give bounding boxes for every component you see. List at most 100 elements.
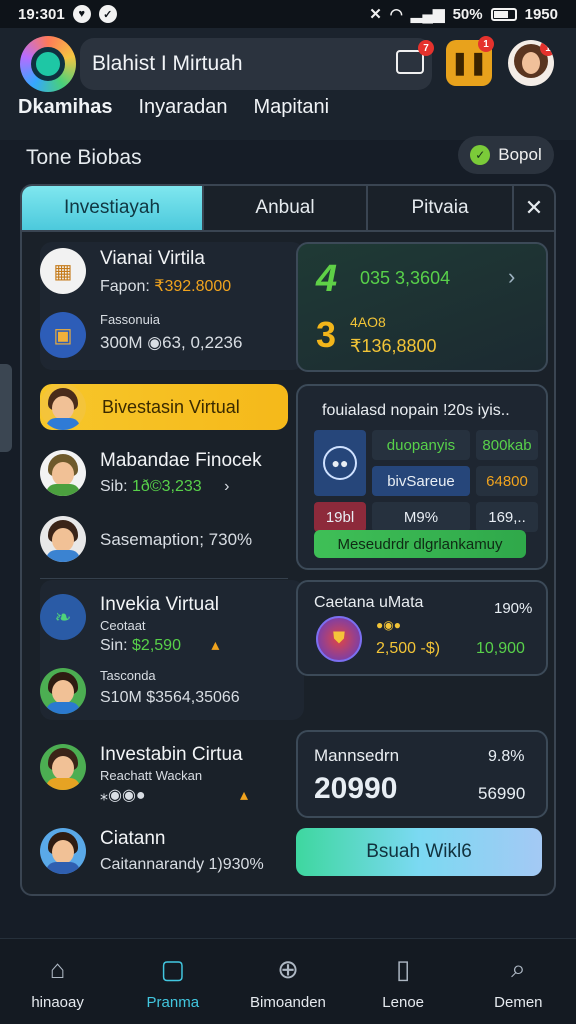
item-line2: Reachatt Wackan — [100, 768, 203, 783]
item-sub-label: 300M — [100, 333, 143, 352]
card1-value: ₹136,8800 — [350, 336, 437, 356]
card3-title: Caetana uMata — [314, 594, 424, 611]
coins-icon: ⁎◉◉● — [100, 787, 146, 804]
status-bar: 19:301 ♥ ✓ ✕ ◠ ▂▄▆ 50% 1950 — [0, 0, 576, 28]
avatar — [40, 668, 86, 714]
close-icon[interactable]: ✕ — [514, 186, 554, 230]
title-bar[interactable]: Blahist I Mirtuah — [80, 38, 432, 90]
mute-icon: ✕ — [369, 6, 382, 23]
app-logo-icon[interactable] — [20, 36, 76, 92]
item-title: Vianai Virtila — [100, 248, 205, 269]
grid-cell: 19bl — [314, 502, 366, 532]
home-icon: ⌂ — [49, 953, 66, 984]
grid-cell: 64800 — [476, 466, 538, 496]
avatar — [40, 450, 86, 496]
item-sub-value: $2,590 — [132, 637, 181, 654]
card4-pct: 9.8% — [488, 748, 525, 765]
inbox-badge: 7 — [418, 40, 434, 56]
bottom-nav-portfolio[interactable]: ▢ Pranma — [118, 952, 228, 1012]
avatar — [40, 828, 86, 874]
sidebar-handle[interactable] — [0, 364, 12, 452]
list-item[interactable]: ❧ Invekia Virtual Ceotaat Sin: $2,590 ▴ — [40, 594, 219, 655]
avatar — [40, 744, 86, 790]
check-circle-icon: ✓ — [470, 145, 491, 165]
top-nav: Dkamihas Inyaradan Mapitani — [18, 96, 329, 119]
list-item[interactable]: ▣ Fassonuia 300M ◉63, 0,2236 — [40, 312, 242, 358]
grid-cell: duopanyis — [372, 430, 470, 460]
bottom-nav: ⌂ hinaoay ▢ Pranma ⊕ Bimoanden ▯ Lenoe ⌕… — [0, 938, 576, 1024]
inbox-icon[interactable]: 7 — [396, 40, 434, 74]
investment-panel: Investiayah Anbual Pitvaia ✕ ▦ Vianai Vi… — [20, 184, 556, 896]
pause-icon[interactable]: ❚❚ 1 — [446, 36, 494, 86]
nav-link-2[interactable]: Inyaradan — [139, 96, 228, 119]
profile-avatar[interactable]: 1 — [508, 40, 554, 86]
bottom-nav-home[interactable]: ⌂ hinaoay — [3, 952, 113, 1012]
right-card-3[interactable]: Caetana uMata 190% ⛊ ●◉● 2,500 -$) 10,90… — [296, 580, 548, 676]
card4-value: 56990 — [478, 784, 526, 803]
list-item[interactable]: Ciatann Caitannarandy 1)930% — [40, 828, 264, 874]
right-card-4[interactable]: Mannsedrn 9.8% 20990 56990 — [296, 730, 548, 818]
nav-link-3[interactable]: Mapitani — [253, 96, 329, 119]
clipboard-icon: ▯ — [396, 953, 411, 984]
grid-cell: bivSareue — [372, 466, 470, 496]
card3-range: 2,500 -$) — [376, 640, 441, 657]
cta-button[interactable]: Bsuah Wikl6 — [296, 828, 542, 876]
report-button[interactable]: ✓ Bopol — [458, 136, 554, 174]
card2-title: fouialasd nopain !20s iyis.. — [322, 402, 510, 419]
card4-big: 20990 — [314, 772, 398, 805]
item-title: Invekia Virtual — [100, 594, 219, 615]
item-title: Mabandae Finocek — [100, 450, 262, 471]
bottom-nav-download[interactable]: ⊕ Bimoanden — [233, 952, 343, 1012]
wallet-icon: ▣ — [40, 312, 86, 358]
coins-icon: ●◉● — [376, 618, 401, 632]
building-icon: ▦ — [40, 248, 86, 294]
item-title: Sasemaption; 730% — [100, 530, 253, 549]
grid-cell: 169,.. — [476, 502, 538, 532]
chevron-right-icon: › — [224, 478, 230, 495]
list-item[interactable]: Sasemaption; 730% — [40, 516, 252, 562]
avatar — [40, 384, 86, 430]
list-item[interactable]: ▦ Vianai Virtila Fapon: ₹392.8000 — [40, 248, 231, 296]
item-title: Investabin Cirtua — [100, 744, 243, 765]
bottom-nav-label: Pranma — [146, 994, 200, 1011]
left-card-4: Investabin Cirtua Reachatt Wackan ⁎◉◉● ▴… — [40, 732, 304, 890]
tab-private[interactable]: Pitvaia — [368, 186, 514, 230]
tab-investments[interactable]: Investiayah — [22, 186, 204, 230]
app-title: Blahist I Mirtuah — [92, 52, 243, 75]
battery-percent: 50% — [452, 5, 483, 23]
right-card-1[interactable]: 4 035 3,3604 › 3 4AO8 ₹136,8800 — [296, 242, 548, 372]
card3-value: 10,900 — [476, 640, 525, 657]
item-sub-value: ₹392.8000 — [154, 278, 232, 295]
left-card-1: ▦ Vianai Virtila Fapon: ₹392.8000 ▣ Fass… — [40, 242, 304, 370]
list-item[interactable]: Mabandae Finocek Sib: 1ð©3,233 › — [40, 450, 262, 496]
grid-cell: M9% — [372, 502, 470, 532]
item-title: Fassonuia — [100, 312, 160, 327]
item-title: Tasconda — [100, 668, 156, 683]
pause-badge: 1 — [478, 36, 494, 52]
bottom-nav-clipboard[interactable]: ▯ Lenoe — [348, 952, 458, 1012]
list-item[interactable]: Investabin Cirtua Reachatt Wackan ⁎◉◉● ▴ — [40, 744, 248, 805]
bottom-nav-search[interactable]: ⌕ Demen — [463, 952, 573, 1011]
caret-up-icon: ▴ — [240, 787, 249, 804]
status-bar-green[interactable]: Meseudrdr dlgrlankamuy — [314, 530, 526, 558]
report-label: Bopol — [498, 145, 542, 164]
chevron-right-icon: › — [508, 264, 516, 289]
battery-icon — [490, 7, 517, 21]
item-title: Ciatann — [100, 828, 166, 849]
list-item[interactable]: Tasconda S10M $3564,35066 — [40, 668, 240, 714]
shield-icon: ⛊ — [316, 616, 362, 662]
item-line2: Ceotaat — [100, 618, 146, 633]
app-header: Blahist I Mirtuah 7 ❚❚ 1 1 Dkamihas Inya… — [0, 28, 576, 140]
item-sub-label: S10M — [100, 689, 142, 706]
card1-label: 4AO8 — [350, 314, 386, 330]
nav-link-1[interactable]: Dkamihas — [18, 96, 113, 119]
section-title: Tone Biobas — [26, 146, 142, 169]
item-sub-value: $3564,35066 — [146, 689, 240, 706]
tab-annual[interactable]: Anbual — [204, 186, 368, 230]
search-icon: ⌕ — [511, 953, 526, 983]
check-icon: ✓ — [98, 5, 117, 23]
grid-cell: 800kab — [476, 430, 538, 460]
stats-grid: ●● duopanyis 800kab bivSareue 64800 19bl… — [314, 430, 538, 532]
card1-amount: 035 3,3604 — [360, 268, 451, 288]
item-sub-value: ◉63, 0,2236 — [147, 333, 243, 352]
